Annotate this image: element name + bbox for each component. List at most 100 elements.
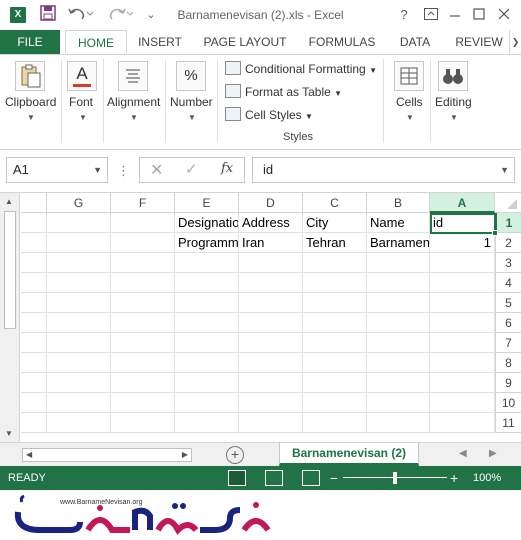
grid-cell[interactable] (367, 353, 430, 373)
grid-cell[interactable] (111, 213, 175, 233)
grid-cell[interactable] (21, 273, 47, 293)
scroll-left-icon[interactable]: ◀ (26, 449, 32, 461)
grid-cell[interactable] (430, 413, 495, 433)
grid-cell[interactable] (239, 373, 303, 393)
row-header[interactable]: 6 (495, 313, 521, 333)
grid-cell[interactable] (430, 313, 495, 333)
row-header[interactable]: 2 (495, 233, 521, 253)
grid-cell[interactable] (239, 313, 303, 333)
row-header[interactable]: 10 (495, 393, 521, 413)
grid-cell[interactable] (47, 293, 111, 313)
grid-cell[interactable] (239, 273, 303, 293)
grid-cell[interactable] (111, 393, 175, 413)
tab-scroll-right-icon[interactable]: ❯ (509, 30, 521, 54)
grid-cell[interactable] (367, 373, 430, 393)
cell-B2[interactable]: Barnamenevisan (367, 233, 430, 253)
grid-cell[interactable] (367, 413, 430, 433)
grid-cell[interactable] (430, 253, 495, 273)
horizontal-scrollbar[interactable]: ◀ ▶ (22, 448, 192, 462)
grid-cell[interactable] (111, 413, 175, 433)
grid-cell[interactable] (367, 333, 430, 353)
grid-cell[interactable] (21, 413, 47, 433)
grid-cell[interactable] (175, 333, 239, 353)
zoom-out-button[interactable]: − (330, 466, 338, 490)
column-header[interactable]: E (175, 193, 239, 213)
maximize-icon[interactable] (467, 4, 491, 26)
column-header[interactable]: B (367, 193, 430, 213)
grid-cell[interactable] (175, 413, 239, 433)
grid-cell[interactable] (239, 293, 303, 313)
grid-cell[interactable] (47, 373, 111, 393)
grid-cell[interactable] (21, 253, 47, 273)
grid-cell[interactable] (111, 373, 175, 393)
grid-cell[interactable] (175, 293, 239, 313)
name-box[interactable]: A1 ▼ (6, 157, 108, 183)
scroll-down-icon[interactable]: ▼ (5, 429, 13, 438)
tab-formulas[interactable]: FORMULAS (302, 30, 382, 54)
grid-cell[interactable] (239, 393, 303, 413)
grid-cell[interactable] (21, 293, 47, 313)
enter-icon[interactable]: ✓ (185, 160, 198, 178)
grid-cell[interactable] (175, 353, 239, 373)
cell-C1[interactable]: City (303, 213, 367, 233)
grid-cell[interactable] (303, 393, 367, 413)
cell-E1[interactable]: Designation (175, 213, 239, 233)
grid-cell[interactable] (175, 373, 239, 393)
cell-C2[interactable]: Tehran (303, 233, 367, 253)
grid-cell[interactable] (303, 333, 367, 353)
grid-cell[interactable] (111, 353, 175, 373)
expand-formula-bar-icon[interactable]: ▼ (500, 158, 509, 182)
sheet-tab-active[interactable]: Barnamenevisan (2) (279, 443, 419, 466)
grid-cell[interactable] (367, 393, 430, 413)
grid-cell[interactable] (303, 353, 367, 373)
page-layout-view-icon[interactable] (265, 470, 283, 486)
zoom-level[interactable]: 100% (473, 466, 501, 490)
grid-cell[interactable] (175, 253, 239, 273)
grid-cell[interactable] (303, 313, 367, 333)
tab-file[interactable]: FILE (0, 30, 60, 54)
grid-cell[interactable] (47, 273, 111, 293)
grid-cell[interactable] (367, 253, 430, 273)
page-break-preview-icon[interactable] (302, 470, 320, 486)
ribbon-display-icon[interactable] (419, 4, 443, 26)
tab-review[interactable]: REVIEW (450, 30, 508, 54)
cell-styles-button[interactable]: Cell Styles ▼ (225, 105, 313, 125)
row-header[interactable]: 3 (495, 253, 521, 273)
grid-cell[interactable] (21, 213, 47, 233)
grid-cell[interactable] (303, 413, 367, 433)
minimize-icon[interactable] (443, 4, 467, 26)
grid-cell[interactable] (47, 253, 111, 273)
grid-cell[interactable] (239, 253, 303, 273)
column-header[interactable]: C (303, 193, 367, 213)
column-header-selected[interactable]: A (430, 193, 495, 213)
normal-view-icon[interactable] (228, 470, 246, 486)
row-header-selected[interactable]: 1 (495, 213, 521, 233)
cell-D2[interactable]: Iran (239, 233, 303, 253)
grid-cell[interactable] (367, 273, 430, 293)
grid-cell[interactable] (239, 333, 303, 353)
column-header[interactable]: G (47, 193, 111, 213)
close-icon[interactable] (492, 4, 516, 26)
grid-cell[interactable] (111, 233, 175, 253)
sheet-nav-right-icon[interactable]: ▶ (489, 448, 497, 459)
grid-cell[interactable] (303, 273, 367, 293)
insert-function-icon[interactable]: fx (221, 161, 233, 176)
column-header[interactable]: F (111, 193, 175, 213)
scroll-right-icon[interactable]: ▶ (182, 449, 188, 461)
row-header[interactable]: 11 (495, 413, 521, 433)
select-all-corner[interactable] (495, 193, 521, 213)
sheet-nav-left-icon[interactable]: ◀ (459, 448, 467, 459)
vertical-scrollbar[interactable]: ▲ ▼ (0, 193, 20, 443)
grid-cell[interactable] (21, 393, 47, 413)
grid-cell[interactable] (21, 233, 47, 253)
conditional-formatting-button[interactable]: Conditional Formatting ▼ (225, 59, 377, 79)
grid-cell[interactable] (47, 393, 111, 413)
cell-A1[interactable]: id (430, 213, 495, 233)
grid-cell[interactable] (47, 353, 111, 373)
grid-cell[interactable] (21, 333, 47, 353)
row-header[interactable]: 7 (495, 333, 521, 353)
grid-cell[interactable] (175, 393, 239, 413)
grid-cell[interactable] (111, 293, 175, 313)
cell-D1[interactable]: Address (239, 213, 303, 233)
tab-home[interactable]: HOME (65, 30, 127, 54)
